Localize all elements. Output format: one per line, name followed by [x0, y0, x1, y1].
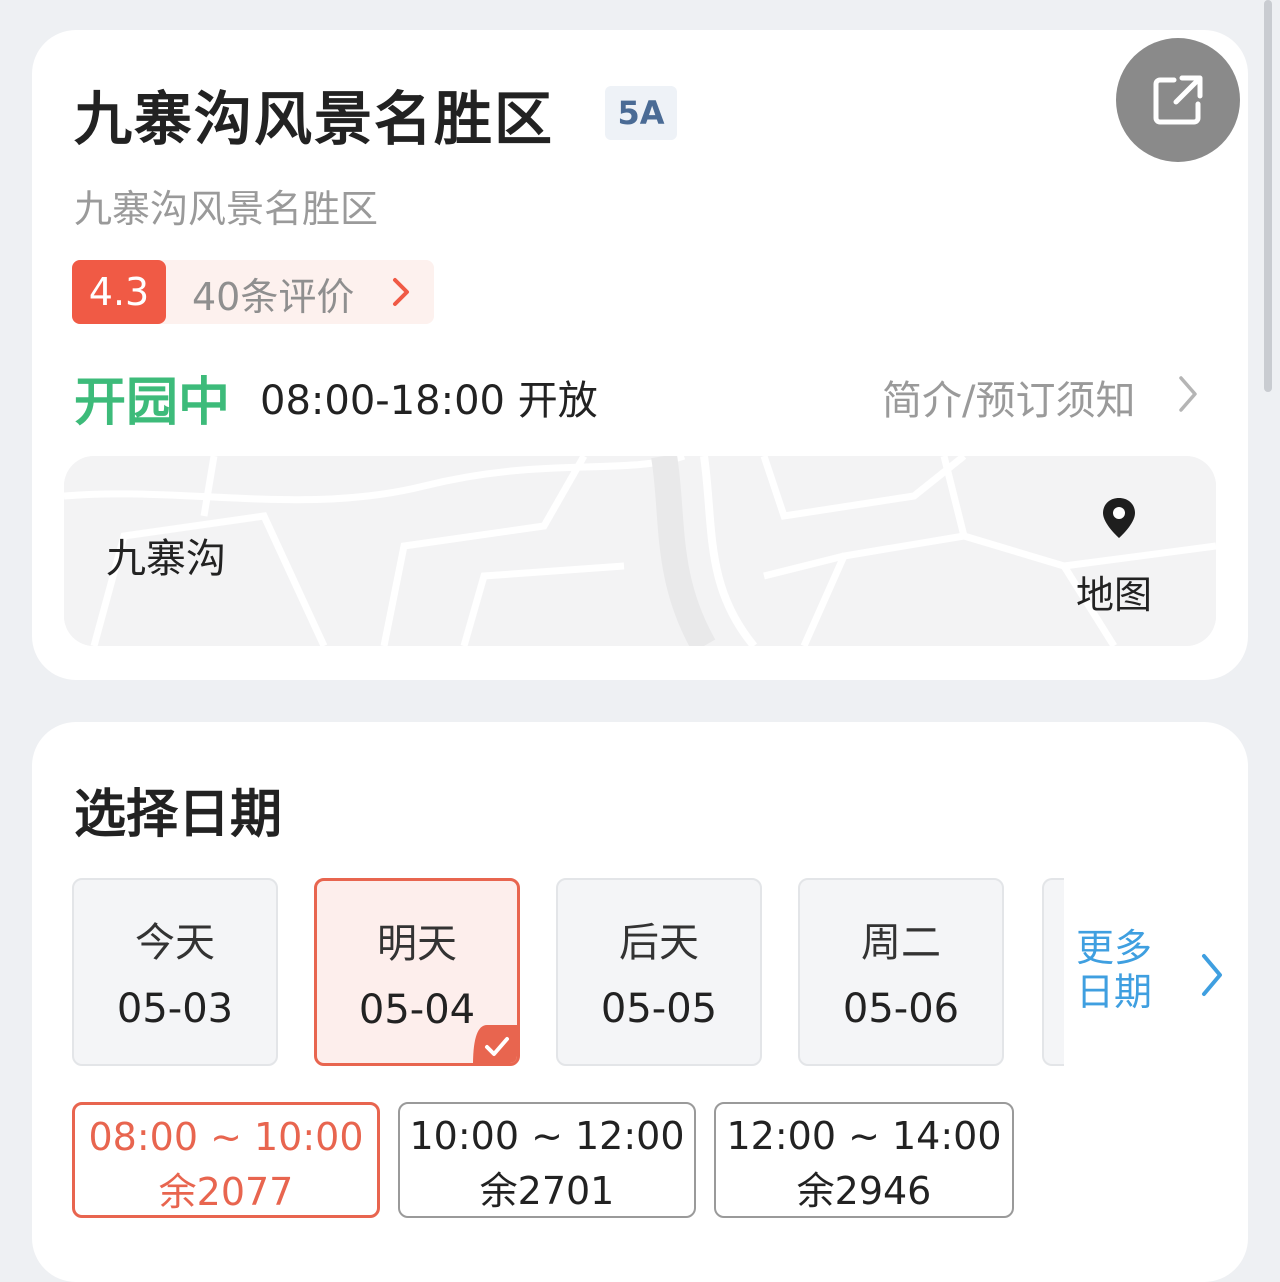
slot-remaining: 余2946 — [796, 1169, 932, 1213]
date-value: 05-03 — [116, 986, 234, 1032]
scenic-info-card: 九寨沟风景名胜区 5A 九寨沟风景名胜区 4.3 40条评价 开园中 08:00… — [32, 30, 1248, 680]
share-icon — [1153, 75, 1203, 125]
date-value: 05-05 — [600, 986, 718, 1032]
slot-time: 10:00 ~ 12:00 — [409, 1114, 685, 1158]
more-dates-button[interactable]: 更多日期 — [1076, 926, 1166, 1014]
open-status: 开园中 — [74, 373, 231, 433]
date-option-partial[interactable] — [1042, 878, 1064, 1066]
date-day-label: 后天 — [619, 920, 699, 966]
open-hours: 08:00-18:00 开放 — [260, 378, 598, 424]
slot-remaining: 余2077 — [158, 1170, 294, 1214]
slot-time: 08:00 ~ 10:00 — [88, 1115, 364, 1159]
level-badge: 5A — [605, 86, 677, 140]
share-button[interactable] — [1116, 38, 1240, 162]
date-option-today[interactable]: 今天 05-03 — [72, 878, 278, 1066]
time-slot-1200-1400[interactable]: 12:00 ~ 14:00 余2946 — [714, 1102, 1014, 1218]
date-day-label: 明天 — [377, 921, 457, 967]
page-scrollbar[interactable] — [1264, 0, 1272, 392]
chevron-right-icon — [393, 278, 409, 306]
date-option-tuesday[interactable]: 周二 05-06 — [798, 878, 1004, 1066]
chevron-right-icon[interactable] — [1198, 952, 1226, 998]
rating-review-link[interactable]: 4.3 40条评价 — [72, 260, 434, 324]
map-preview[interactable]: 九寨沟 地图 — [64, 456, 1216, 646]
time-slot-1000-1200[interactable]: 10:00 ~ 12:00 余2701 — [398, 1102, 696, 1218]
slot-remaining: 余2701 — [479, 1169, 615, 1213]
review-count: 40条评价 — [192, 275, 355, 319]
map-place-name: 九寨沟 — [106, 536, 226, 582]
date-day-label: 今天 — [135, 920, 215, 966]
date-option-tomorrow[interactable]: 明天 05-04 — [314, 878, 520, 1066]
map-roads-background — [64, 456, 1216, 646]
intro-booking-notice-link[interactable]: 简介/预订须知 — [882, 368, 1135, 426]
scenic-title: 九寨沟风景名胜区 — [74, 85, 555, 153]
check-icon — [473, 1025, 517, 1063]
map-button-label[interactable]: 地图 — [1076, 564, 1152, 619]
scenic-subtitle: 九寨沟风景名胜区 — [74, 187, 379, 231]
map-pin-icon — [1103, 498, 1135, 538]
section-title: 选择日期 — [74, 785, 283, 845]
slot-time: 12:00 ~ 14:00 — [726, 1114, 1002, 1158]
date-option-day-after[interactable]: 后天 05-05 — [556, 878, 762, 1066]
rating-score: 4.3 — [72, 260, 166, 324]
date-value: 05-06 — [842, 986, 960, 1032]
chevron-right-icon[interactable] — [1176, 374, 1200, 414]
time-slot-0800-1000[interactable]: 08:00 ~ 10:00 余2077 — [72, 1102, 380, 1218]
date-day-label: 周二 — [861, 920, 941, 966]
date-selection-card: 选择日期 今天 05-03 明天 05-04 后天 05-05 周二 05-06… — [32, 722, 1248, 1282]
